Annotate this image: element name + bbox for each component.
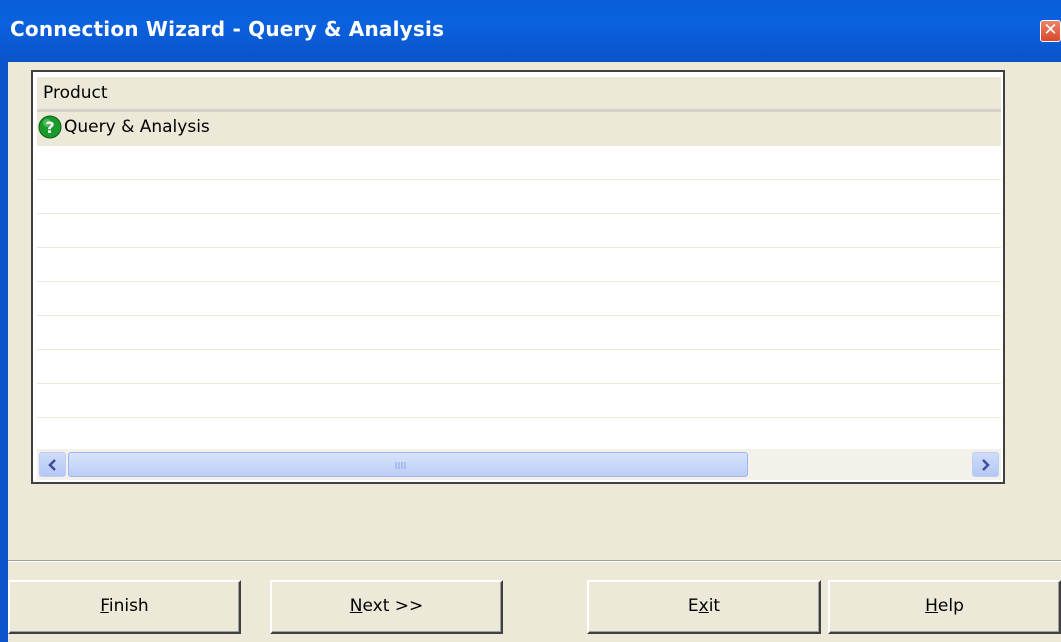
list-row-empty[interactable] [37,384,1001,418]
svg-text:?: ? [45,118,54,137]
help-button[interactable]: Help [828,580,1061,634]
close-button[interactable]: ✕ [1040,20,1061,42]
title-bar[interactable]: Connection Wizard - Query & Analysis ✕ [0,0,1061,62]
column-header-label: Product [43,83,108,103]
dialog-client-area: Product ? Query & Analysis Finish Next >… [8,62,1061,642]
window-frame-left [0,62,8,642]
list-rows: ? Query & Analysis [37,112,1001,452]
list-row-empty[interactable] [37,248,1001,282]
list-item[interactable]: ? Query & Analysis [37,112,1001,146]
column-header-product[interactable]: Product [37,77,1001,112]
finish-label: inish [108,596,149,616]
exit-button[interactable]: Exit [587,580,821,634]
scroll-left-button[interactable] [39,452,66,477]
list-row-empty[interactable] [37,180,1001,214]
chevron-right-icon [982,459,990,471]
product-list-inner: Product ? Query & Analysis [37,77,1001,480]
finish-button[interactable]: Finish [8,580,241,634]
close-icon: ✕ [1043,20,1058,40]
exit-mnemonic: x [698,596,709,616]
list-row-empty[interactable] [37,418,1001,452]
list-row-empty[interactable] [37,350,1001,384]
list-item-label: Query & Analysis [64,117,210,137]
help-mnemonic: H [925,596,938,616]
list-row-empty[interactable] [37,214,1001,248]
scrollbar-thumb[interactable] [68,452,748,477]
finish-mnemonic: F [100,596,109,616]
horizontal-scrollbar[interactable] [37,449,1001,480]
next-label: ext >> [362,596,424,616]
next-button[interactable]: Next >> [270,580,503,634]
list-row-empty[interactable] [37,316,1001,350]
footer-separator [8,560,1061,562]
product-list[interactable]: Product ? Query & Analysis [31,70,1005,484]
exit-label-start: E [687,596,699,616]
scroll-right-button[interactable] [972,452,999,477]
help-label: elp [937,596,964,616]
next-mnemonic: N [349,596,363,616]
help-question-icon: ? [38,115,62,139]
chevron-left-icon [48,459,56,471]
grip-icon [395,462,406,469]
list-row-empty[interactable] [37,282,1001,316]
window-title: Connection Wizard - Query & Analysis [10,17,445,41]
list-row-empty[interactable] [37,146,1001,180]
exit-label-end: it [708,596,721,616]
